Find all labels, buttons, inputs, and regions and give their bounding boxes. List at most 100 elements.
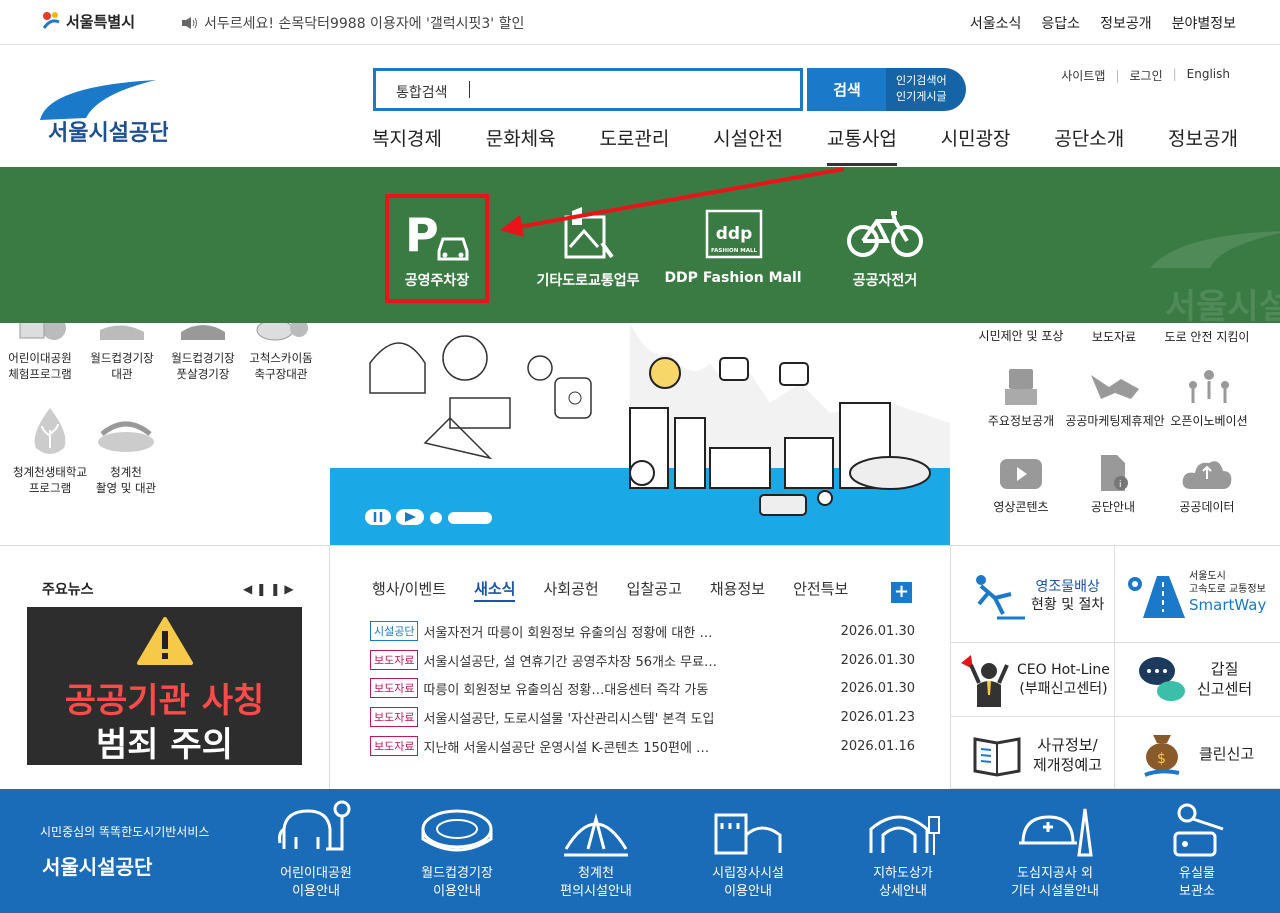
main-banner[interactable]	[330, 323, 950, 545]
svg-text:i: i	[1119, 480, 1122, 490]
top-links: 서울소식 응답소 정보공개 분야별정보	[970, 13, 1236, 33]
smartway-line1: 서울도시	[1189, 571, 1226, 582]
tab-new-news[interactable]: 새소식	[474, 578, 516, 602]
tab-jobs[interactable]: 채용정보	[710, 578, 765, 602]
top-bar: 서울특별시 서두르세요! 손목닥터9988 이용자에 '갤럭시핏3' 할인 서울…	[0, 0, 1280, 45]
footer-service-bar: 시민중심의 똑똑한도시기반서비스 서울시설공단 어린이대공원 이용안내 월드컵경…	[0, 789, 1280, 913]
english-link[interactable]: English	[1173, 67, 1230, 84]
footer-label: 월드컵경기장 이용안내	[421, 866, 493, 899]
clean-report-title: 클린신고	[1199, 745, 1255, 763]
footer-cheonggye[interactable]: 청계천 편의시설안내	[536, 789, 656, 901]
pause-icon[interactable]: ❚❚	[256, 582, 284, 596]
row-badge: 시설공단	[370, 621, 419, 641]
nav-citizen-plaza[interactable]: 시민광장	[941, 124, 1011, 166]
news-controls: ◀❚❚▶	[243, 582, 298, 596]
nav-facility-safety[interactable]: 시설안전	[713, 124, 783, 166]
nav-info-disclosure[interactable]: 정보공개	[1168, 124, 1238, 166]
footer-label: 청계천 편의시설안내	[560, 866, 632, 899]
damage-box[interactable]: 영조물배상 현황 및 절차	[950, 545, 1115, 643]
nav-transport-business[interactable]: 교통사업	[826, 124, 897, 166]
board-row[interactable]: 보도자료 서울시설공단, 도로시설물 '자산관리시스템' 본격 도입 2026.01…	[370, 707, 915, 727]
search-button[interactable]: 검색	[807, 68, 887, 111]
notice-text: 서두르세요! 손목닥터9988 이용자에 '갤럭시핏3' 할인	[204, 16, 525, 32]
submenu-label: 기타도로교통업무	[536, 273, 640, 289]
board-row[interactable]: 보도자료 서울시설공단, 설 연휴기간 공영주차장 56개소 무료… 2026.01…	[370, 650, 915, 670]
bicycle-icon	[847, 211, 923, 257]
row-date: 2026.01.30	[840, 680, 915, 696]
next-icon[interactable]: ▶	[284, 582, 297, 596]
gapjil-box[interactable]: 갑질 신고센터	[1114, 643, 1280, 717]
top-link-news[interactable]: 서울소식	[970, 13, 1022, 33]
chat-bubbles-icon	[1139, 657, 1185, 701]
row-title[interactable]: 서울자전거 따릉이 회원정보 유출의심 정황에 대한 …	[423, 622, 835, 641]
red-arrow-icon	[500, 167, 845, 237]
nav-welfare-economy[interactable]: 복지경제	[372, 124, 442, 166]
nav-about[interactable]: 공단소개	[1054, 124, 1124, 166]
login-link[interactable]: 로그인	[1115, 67, 1162, 84]
footer-underground-mall[interactable]: 지하도상가 상세안내	[843, 789, 963, 901]
footer-construction[interactable]: 도심지공사 외 기타 시설물안내	[990, 789, 1120, 901]
footer-worldcup[interactable]: 월드컵경기장 이용안내	[397, 789, 517, 901]
seoul-city-name: 서울특별시	[66, 12, 136, 31]
underground-arch-icon	[869, 815, 940, 855]
svg-text:$: $	[1157, 751, 1166, 767]
regulation-sub: 제개정예고	[1033, 756, 1103, 774]
board-row[interactable]: 보도자료 따릉이 회원정보 유출의심 정황…대응센터 즉각 가동 2026.01.3…	[370, 678, 915, 698]
quick-cheonggye-school[interactable]: 청계천생태학교 프로그램	[10, 404, 90, 496]
ceo-sub: (부패신고센터)	[1019, 681, 1108, 697]
popular-search-link[interactable]: 인기검색어	[896, 73, 966, 89]
row-date: 2026.01.23	[840, 709, 915, 725]
search-placeholder: 통합검색	[396, 85, 448, 101]
ceo-hotline-box[interactable]: CEO Hot-Line (부패신고센터)	[950, 643, 1115, 717]
regulation-box[interactable]: 사규정보/ 제개정예고	[950, 717, 1115, 789]
page: 서울특별시 서두르세요! 손목닥터9988 이용자에 '갤럭시핏3' 할인 서울…	[0, 0, 1280, 913]
board-row[interactable]: 보도자료 지난해 서울시설공단 운영시설 K-콘텐츠 150편에 … 2026.01…	[370, 736, 915, 756]
quick-cheonggye-filming[interactable]: 청계천 촬영 및 대관	[90, 404, 162, 496]
footer-logo[interactable]: 서울시설공단	[42, 851, 152, 880]
watermark-text: 서울시설	[1164, 287, 1280, 327]
smartway-box[interactable]: 서울도시 고속도로 교통정보 SmartWay	[1114, 545, 1280, 643]
top-link-info[interactable]: 정보공개	[1100, 13, 1152, 33]
rq-open-innovation[interactable]: 오픈이노베이션	[1154, 365, 1264, 429]
clean-report-box[interactable]: $ 클린신고	[1114, 717, 1280, 789]
row-badge: 보도자료	[370, 650, 419, 670]
prev-icon[interactable]: ◀	[243, 582, 256, 596]
footer-lost-found[interactable]: 유실물 보관소	[1137, 789, 1257, 901]
smartway-title: SmartWay	[1189, 596, 1267, 614]
footer-label: 어린이대공원 이용안내	[280, 866, 352, 899]
main-logo[interactable]: 서울시설공단	[38, 78, 169, 152]
row-title[interactable]: 지난해 서울시설공단 운영시설 K-콘텐츠 150편에 …	[423, 737, 835, 756]
footer-children-park[interactable]: 어린이대공원 이용안내	[256, 789, 376, 901]
news-banner-image[interactable]: 공공기관 사칭 범죄 주의	[27, 607, 302, 765]
sitemap-link[interactable]: 사이트맵	[1061, 67, 1105, 84]
footer-label: 유실물 보관소	[1179, 866, 1215, 899]
tab-social[interactable]: 사회공헌	[543, 578, 598, 602]
seoul-city-logo[interactable]: 서울특별시	[40, 10, 135, 32]
row-title[interactable]: 서울시설공단, 설 연휴기간 공영주차장 56개소 무료…	[423, 651, 835, 670]
notice-ticker[interactable]: 서두르세요! 손목닥터9988 이용자에 '갤럭시핏3' 할인	[182, 13, 524, 33]
search-input[interactable]: 통합검색	[373, 68, 803, 111]
stream-tower-icon	[564, 813, 628, 857]
nav-road-management[interactable]: 도로관리	[599, 124, 669, 166]
rq-open-data[interactable]: 공공데이터	[1152, 453, 1262, 515]
tab-events[interactable]: 행사/이벤트	[372, 578, 446, 602]
more-button[interactable]: +	[891, 582, 912, 603]
row-title[interactable]: 따릉이 회원정보 유출의심 정황…대응센터 즉각 가동	[423, 679, 835, 698]
rq-label: 공공데이터	[1179, 500, 1235, 514]
tab-safety[interactable]: 안전특보	[793, 578, 848, 602]
rq-road-safety[interactable]: 도로 안전 지킴이	[1152, 328, 1262, 345]
popular-box[interactable]: 인기검색어 인기게시글	[886, 68, 966, 111]
tab-bids[interactable]: 입찰공고	[627, 578, 682, 602]
right-quick-menu: 시민제안 및 포상 보도자료 도로 안전 지킴이 주요정보공개 공공마케팅제휴제…	[950, 323, 1280, 545]
submenu-label: DDP Fashion Mall	[664, 270, 802, 286]
row-title[interactable]: 서울시설공단, 도로시설물 '자산관리시스템' 본격 도입	[423, 708, 835, 727]
popular-posts-link[interactable]: 인기게시글	[896, 89, 966, 105]
quick-label: 어린이대공원 체험프로그램	[8, 351, 72, 381]
board-row[interactable]: 시설공단 서울자전거 따릉이 회원정보 유출의심 정황에 대한 … 2026.01.…	[370, 621, 915, 641]
top-link-response[interactable]: 응답소	[1041, 13, 1080, 33]
top-link-field-info[interactable]: 분야별정보	[1172, 13, 1236, 33]
main-logo-text: 서울시설공단	[48, 121, 168, 146]
footer-funeral[interactable]: 시립장사시설 이용안내	[688, 789, 808, 901]
footer-label: 시립장사시설 이용안내	[712, 866, 784, 899]
nav-culture-sports[interactable]: 문화체육	[486, 124, 556, 166]
